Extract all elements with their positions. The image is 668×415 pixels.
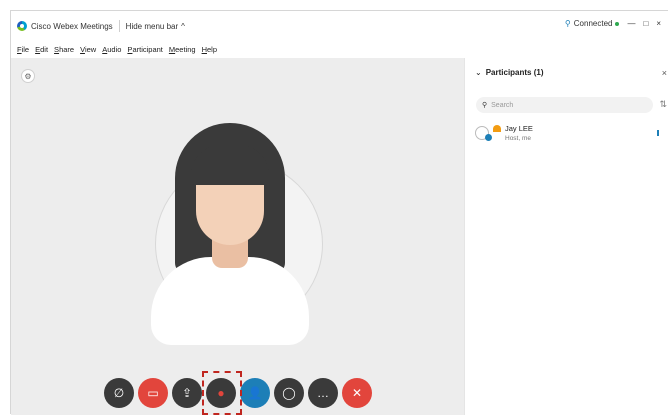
user-icon: 👤 <box>247 386 263 400</box>
title-separator <box>118 20 120 32</box>
mute-button[interactable]: ∅ <box>104 378 134 408</box>
participant-name: Jay LEE <box>505 124 533 133</box>
menu-file[interactable]: File <box>17 45 29 54</box>
microphone-off-icon: ∅ <box>113 386 125 400</box>
title-bar: Cisco Webex Meetings Hide menu bar ^ ⚲ C… <box>11 11 668 41</box>
menu-help[interactable]: Help <box>202 45 217 54</box>
connection-label: Connected <box>573 19 613 28</box>
participant-row[interactable]: Jay LEE Host, me <box>475 123 665 145</box>
menu-audio[interactable]: Audio <box>102 45 121 54</box>
minimize-button[interactable]: — <box>627 19 635 28</box>
menu-view[interactable]: View <box>80 45 96 54</box>
avatar-shoulders <box>151 257 309 345</box>
end-meeting-button[interactable]: ✕ <box>342 378 372 408</box>
video-stage: ⚙ ∅ ▭ ⇪ ● 👤 ◯ … ✕ <box>11 58 464 415</box>
menu-meeting[interactable]: Meeting <box>169 45 196 54</box>
meeting-toolbar: ∅ ▭ ⇪ ● 👤 ◯ … ✕ <box>104 371 372 415</box>
participants-panel: ⌄ Participants (1) × ⚲ Search ⇅ Jay LEE … <box>464 58 668 415</box>
search-icon: ⚲ <box>482 102 488 109</box>
sort-icon[interactable]: ⇅ <box>659 99 667 110</box>
hide-menu-bar-label: Hide menu bar <box>125 21 179 31</box>
record-highlight: ● <box>202 371 242 415</box>
microphone-icon <box>485 134 492 141</box>
avatar-bangs <box>191 145 269 185</box>
webex-logo-icon <box>17 21 27 31</box>
gear-icon[interactable]: ⚙ <box>21 69 35 83</box>
participants-title: Participants (1) <box>485 68 544 77</box>
share-icon: ⇪ <box>181 386 193 400</box>
video-off-icon: ▭ <box>147 386 159 400</box>
window-controls: ⚲ Connected — □ × <box>565 19 661 28</box>
more-icon: … <box>317 386 329 400</box>
default-avatar <box>125 105 335 405</box>
menu-participant[interactable]: Participant <box>127 45 162 54</box>
chat-button[interactable]: ◯ <box>274 378 304 408</box>
chat-icon: ◯ <box>282 386 296 400</box>
close-panel-button[interactable]: × <box>662 68 667 78</box>
host-icon <box>493 125 501 132</box>
record-highlight-box <box>202 371 242 415</box>
webex-window: Cisco Webex Meetings Hide menu bar ^ ⚲ C… <box>10 10 668 415</box>
search-placeholder: Search <box>491 101 514 109</box>
menu-bar: File Edit Share View Audio Participant M… <box>11 41 668 57</box>
participants-button[interactable]: 👤 <box>240 378 270 408</box>
menu-share[interactable]: Share <box>54 45 74 54</box>
close-icon: ✕ <box>351 386 363 400</box>
maximize-button[interactable]: □ <box>643 19 648 28</box>
close-button[interactable]: × <box>656 19 661 28</box>
signal-icon: ⚲ <box>564 19 571 28</box>
participant-role: Host, me <box>505 135 532 142</box>
share-button[interactable]: ⇪ <box>172 378 202 408</box>
hide-menu-bar-button[interactable]: Hide menu bar ^ <box>126 22 185 31</box>
participant-search-input[interactable]: ⚲ Search <box>476 97 653 113</box>
chevron-down-icon: ⌄ <box>475 68 482 77</box>
menu-edit[interactable]: Edit <box>35 45 48 54</box>
more-options-button[interactable]: … <box>308 378 338 408</box>
connection-status[interactable]: ⚲ Connected <box>565 19 620 28</box>
connected-dot-icon <box>615 21 620 26</box>
app-title: Cisco Webex Meetings <box>31 21 113 31</box>
chevron-up-icon: ^ <box>181 21 185 31</box>
audio-level-icon <box>657 130 659 136</box>
participants-header[interactable]: ⌄ Participants (1) <box>475 68 544 77</box>
stop-video-button[interactable]: ▭ <box>138 378 168 408</box>
